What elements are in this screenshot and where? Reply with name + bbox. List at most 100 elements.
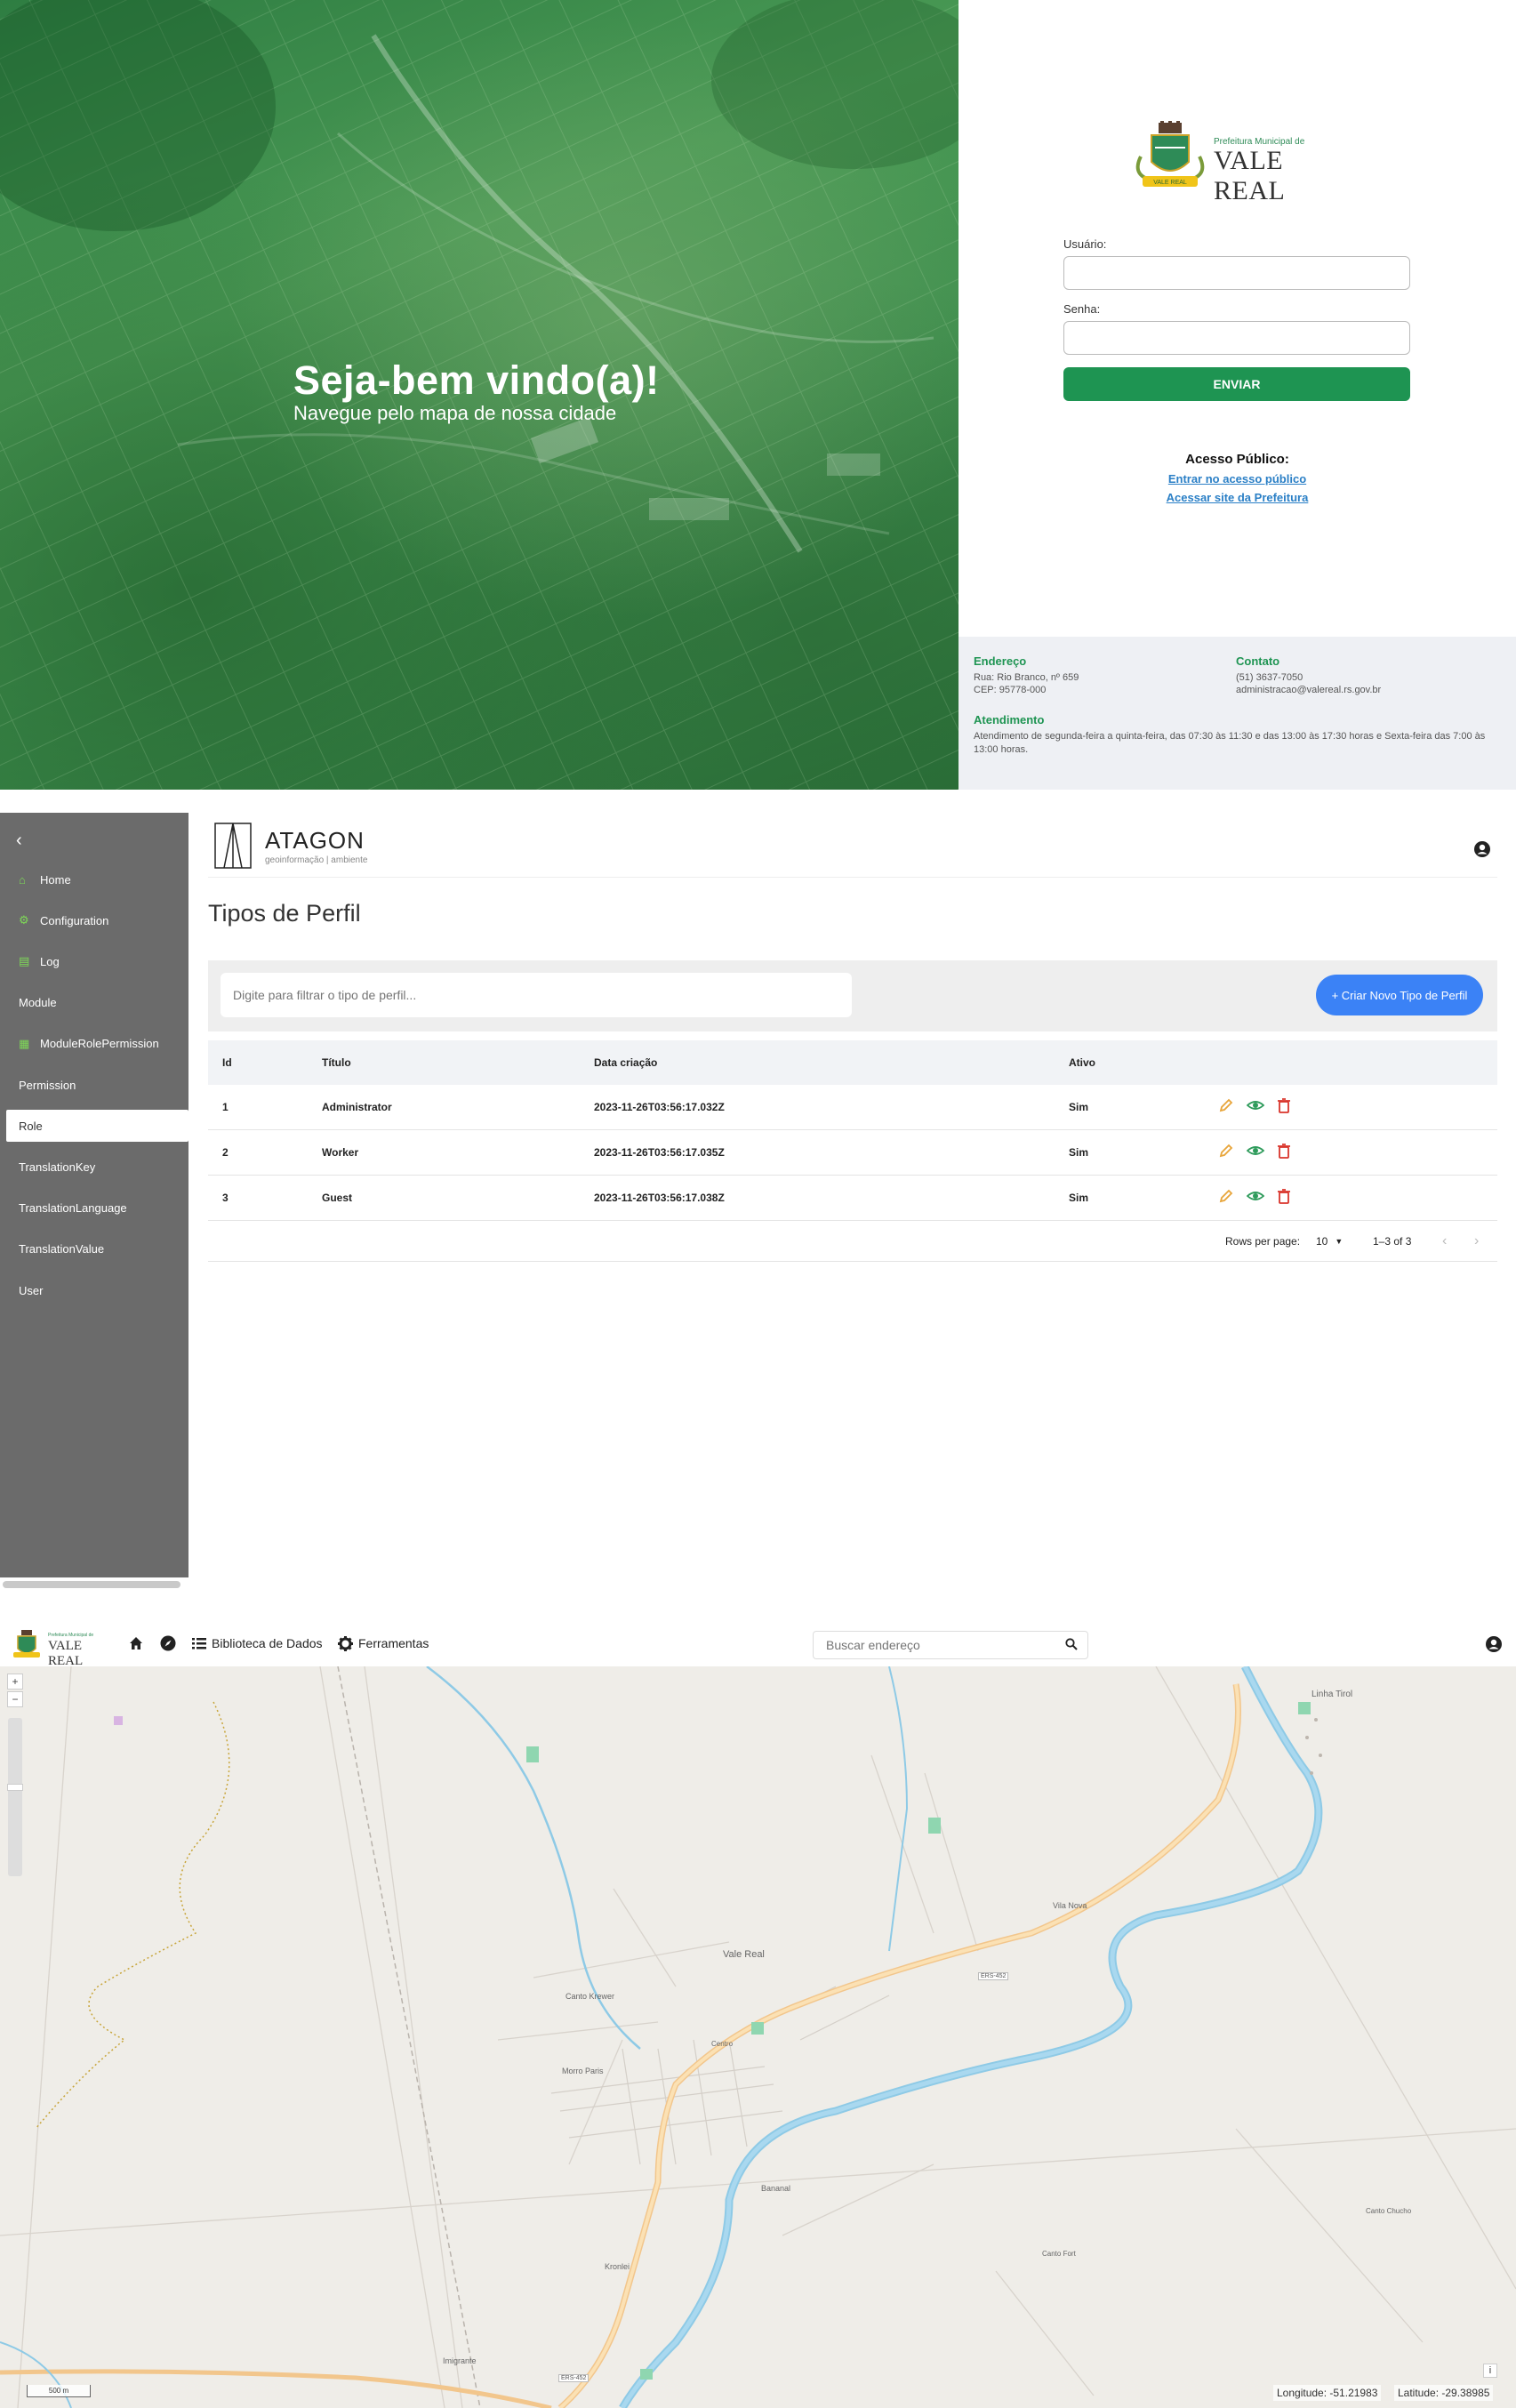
delete-trash-icon[interactable] bbox=[1277, 1188, 1291, 1208]
log-icon: ▤ bbox=[19, 954, 30, 968]
atagon-brand-sub: geoinformação | ambiente bbox=[265, 855, 368, 865]
grid-icon: ▦ bbox=[19, 1036, 30, 1050]
username-input[interactable] bbox=[1063, 256, 1410, 290]
submit-button[interactable]: ENVIAR bbox=[1063, 367, 1410, 401]
login-footer: Endereço Rua: Rio Branco, nº 659 CEP: 95… bbox=[959, 637, 1516, 790]
header-created[interactable]: Data criação bbox=[594, 1040, 657, 1085]
search-icon[interactable] bbox=[1065, 1638, 1078, 1655]
sidebar-item-module[interactable]: Module bbox=[0, 987, 188, 1019]
sidebar-item-home[interactable]: ⌂ Home bbox=[0, 863, 188, 895]
scale-bar: 500 m bbox=[27, 2385, 91, 2397]
admin-screen: ‹ ⌂ Home ⚙ Configuration ▤ Log Module ▦ ModuleRo… bbox=[0, 790, 1516, 1599]
zoom-in-button[interactable]: + bbox=[7, 1674, 23, 1690]
sidebar-item-configuration[interactable]: ⚙ Configuration bbox=[0, 904, 188, 936]
place-label-centro: Centro bbox=[711, 2040, 734, 2048]
tools-nav[interactable]: Ferramentas bbox=[338, 1633, 429, 1654]
table-row: 2 Worker 2023-11-26T03:56:17.035Z Sim bbox=[208, 1130, 1497, 1176]
place-label-canto-chucho: Canto Chucho bbox=[1366, 2207, 1412, 2215]
sidebar-item-label: TranslationLanguage bbox=[19, 1201, 127, 1216]
sidebar-item-log[interactable]: ▤ Log bbox=[0, 945, 188, 977]
road-label-ers452-south: ERS-452 bbox=[558, 2374, 590, 2382]
sidebar-item-label: Home bbox=[40, 872, 71, 887]
place-label-kronlei: Kronlei bbox=[605, 2262, 630, 2271]
zoom-out-button[interactable]: − bbox=[7, 1691, 23, 1707]
base-map bbox=[0, 1666, 1516, 2408]
edit-pencil-icon[interactable] bbox=[1218, 1097, 1234, 1118]
map-logo-small-text: Prefeitura Municipal de bbox=[48, 1633, 94, 1638]
sidebar-item-translationlanguage[interactable]: TranslationLanguage bbox=[0, 1192, 188, 1224]
sidebar-item-permission[interactable]: Permission bbox=[0, 1069, 188, 1101]
sidebar-item-role[interactable]: Role bbox=[6, 1110, 188, 1143]
gear-icon bbox=[338, 1635, 353, 1651]
edit-pencil-icon[interactable] bbox=[1218, 1143, 1234, 1163]
password-input[interactable] bbox=[1063, 321, 1410, 355]
sidebar-item-label: User bbox=[19, 1283, 44, 1297]
public-access-link[interactable]: Entrar no acesso público bbox=[959, 472, 1516, 486]
view-eye-icon[interactable] bbox=[1246, 1097, 1265, 1118]
data-library-label: Biblioteca de Dados bbox=[212, 1636, 323, 1650]
data-library-nav[interactable]: Biblioteca de Dados bbox=[192, 1633, 323, 1654]
username-label: Usuário: bbox=[1063, 237, 1107, 251]
address-line1: Rua: Rio Branco, nº 659 bbox=[974, 672, 1079, 683]
sidebar-item-translationvalue[interactable]: TranslationValue bbox=[0, 1233, 188, 1265]
filter-input[interactable] bbox=[221, 973, 852, 1017]
map-screen: Prefeitura Municipal de VALE REAL Biblio… bbox=[0, 1620, 1516, 2408]
row-actions bbox=[1218, 1176, 1291, 1220]
pagination-range: 1–3 of 3 bbox=[1373, 1234, 1412, 1248]
table-cell: Worker bbox=[322, 1146, 359, 1159]
sidebar-item-user[interactable]: User bbox=[0, 1274, 188, 1306]
place-label-vila-nova: Vila Nova bbox=[1053, 1901, 1087, 1910]
map-logo[interactable]: Prefeitura Municipal de VALE REAL bbox=[9, 1629, 111, 1668]
table-cell: 3 bbox=[222, 1192, 229, 1204]
map-info-button[interactable]: i bbox=[1483, 2364, 1497, 2378]
next-page-icon[interactable]: › bbox=[1474, 1221, 1479, 1261]
table-pagination: Rows per page: 10 ▼ 1–3 of 3 ‹ › bbox=[208, 1221, 1497, 1262]
view-eye-icon[interactable] bbox=[1246, 1143, 1265, 1163]
place-label-imigrante: Imigrante bbox=[443, 2356, 477, 2365]
view-eye-icon[interactable] bbox=[1246, 1188, 1265, 1208]
sidebar-item-label: Permission bbox=[19, 1078, 76, 1092]
map-user-account-button[interactable] bbox=[1480, 1631, 1507, 1658]
zoom-slider-track[interactable] bbox=[7, 1718, 23, 1876]
atagon-brand-name: ATAGON bbox=[265, 827, 365, 854]
user-account-button[interactable] bbox=[1469, 836, 1496, 863]
table-cell: Administrator bbox=[322, 1101, 392, 1113]
header-active[interactable]: Ativo bbox=[1069, 1040, 1095, 1085]
table-cell: Sim bbox=[1069, 1146, 1089, 1159]
create-role-button[interactable]: + Criar Novo Tipo de Perfil bbox=[1316, 975, 1483, 1015]
address-search-input[interactable] bbox=[813, 1631, 1088, 1659]
login-panel: VALE REAL Prefeitura Municipal de VALE R… bbox=[959, 0, 1516, 637]
collapse-sidebar-icon[interactable]: ‹ bbox=[16, 831, 22, 851]
explore-nav-button[interactable] bbox=[160, 1633, 176, 1654]
city-seal-icon: VALE REAL bbox=[1135, 121, 1205, 187]
table-cell: 2023-11-26T03:56:17.038Z bbox=[594, 1192, 725, 1204]
sidebar-item-label: Log bbox=[40, 954, 60, 968]
password-label: Senha: bbox=[1063, 302, 1101, 316]
header-id[interactable]: Id bbox=[222, 1040, 232, 1085]
header-title[interactable]: Título bbox=[322, 1040, 351, 1085]
home-nav-button[interactable] bbox=[128, 1633, 144, 1654]
latitude-readout: Latitude: -29.38985 bbox=[1394, 2385, 1494, 2401]
home-icon bbox=[130, 1637, 142, 1649]
rows-per-page-select[interactable]: 10 ▼ bbox=[1316, 1221, 1343, 1261]
place-label-vale-real: Vale Real bbox=[723, 1949, 765, 1960]
place-label-canto-krewer: Canto Krewer bbox=[565, 1992, 615, 2001]
sidebar-item-modulerolepermission[interactable]: ▦ ModuleRolePermission bbox=[0, 1028, 188, 1060]
edit-pencil-icon[interactable] bbox=[1218, 1188, 1234, 1208]
zoom-slider-handle[interactable] bbox=[7, 1784, 23, 1791]
table-cell: Guest bbox=[322, 1192, 353, 1204]
hours-title: Atendimento bbox=[974, 713, 1045, 726]
delete-trash-icon[interactable] bbox=[1277, 1097, 1291, 1118]
address-title: Endereço bbox=[974, 654, 1027, 668]
sidebar-item-translationkey[interactable]: TranslationKey bbox=[0, 1151, 188, 1183]
delete-trash-icon[interactable] bbox=[1277, 1143, 1291, 1163]
hero-title: Seja-bem vindo(a)! bbox=[293, 357, 660, 403]
contact-phone: (51) 3637-7050 bbox=[1236, 672, 1303, 683]
prev-page-icon[interactable]: ‹ bbox=[1442, 1221, 1447, 1261]
header-divider bbox=[208, 877, 1497, 878]
prefeitura-site-link[interactable]: Acessar site da Prefeitura bbox=[959, 491, 1516, 504]
map-canvas[interactable]: Vale Real Vila Nova Linha Tirol Morro Pa… bbox=[0, 1666, 1516, 2408]
place-label-linha-tirol: Linha Tirol bbox=[1311, 1690, 1353, 1699]
atagon-logo: ATAGON geoinformação | ambiente bbox=[213, 822, 391, 870]
horizontal-scrollbar[interactable] bbox=[3, 1581, 180, 1588]
